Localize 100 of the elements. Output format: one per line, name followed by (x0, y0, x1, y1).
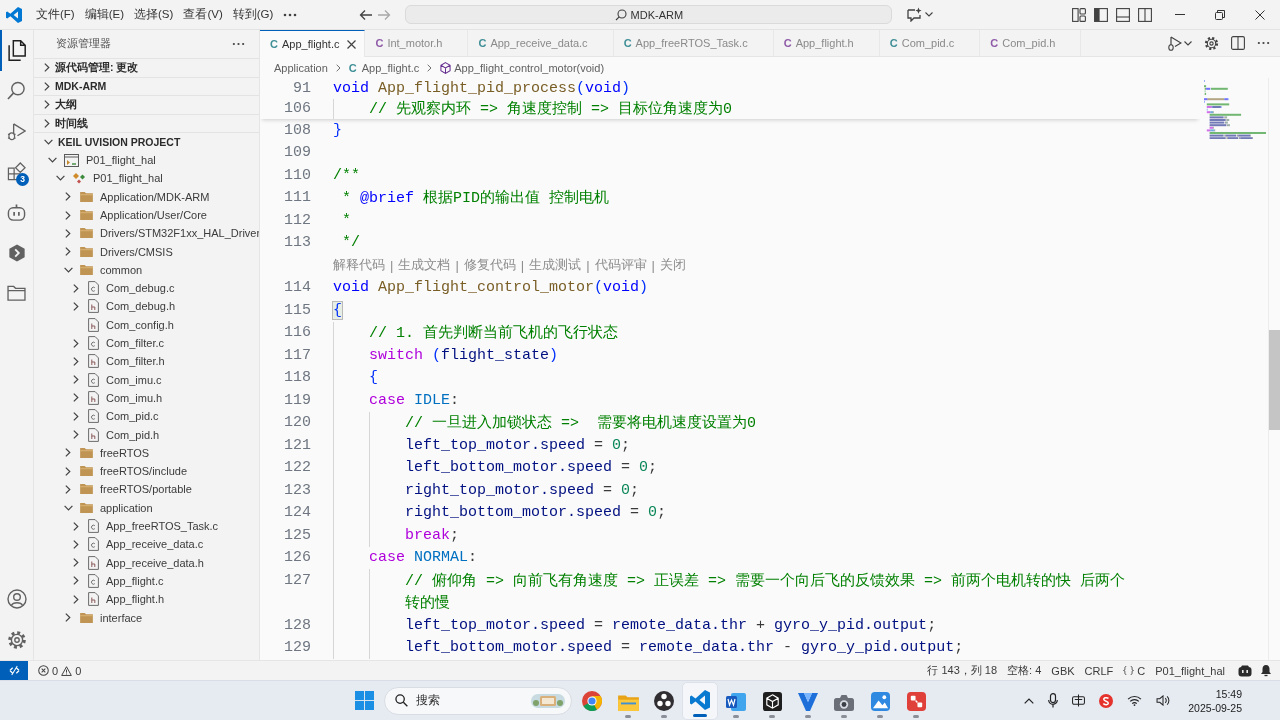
tree-item[interactable]: Com_config.h (34, 315, 259, 334)
chat-button[interactable] (904, 5, 936, 24)
tree-item[interactable]: common (34, 260, 259, 280)
tree-item[interactable]: Drivers/CMSIS (34, 242, 259, 261)
tree-item[interactable]: freeRTOS/portable (34, 480, 259, 499)
file-type-glyph: C (889, 37, 898, 49)
status-item[interactable]: 行 143，列 18 (922, 663, 1003, 678)
tree-item[interactable]: Com_debug.c (34, 279, 259, 298)
assistant-status-icon[interactable] (1238, 664, 1252, 677)
code-line: * @brief 根据PID的输出值 控制电机 (342, 188, 610, 208)
file-type-glyph: C (478, 37, 487, 49)
tree-item[interactable]: App_receive_data.c (34, 535, 259, 554)
status-item[interactable]: P01_flight_hal (1150, 664, 1230, 677)
tree-item[interactable]: Com_imu.c (34, 370, 259, 389)
arrow-left-icon[interactable] (359, 8, 374, 21)
menu-item[interactable]: 转到(G) (228, 7, 278, 22)
breadcrumb-item[interactable]: App_flight_control_motor(void) (440, 61, 605, 74)
more-icon[interactable] (283, 12, 298, 17)
search-field[interactable]: 搜索 (384, 686, 572, 715)
more-icon[interactable] (232, 42, 245, 46)
status-item[interactable]: 空格: 4 (1002, 663, 1047, 678)
tree-item[interactable]: Com_imu.h (34, 388, 259, 408)
status-item[interactable]: C (1118, 664, 1151, 677)
breadcrumb-item[interactable]: Application (274, 61, 328, 74)
four-squares-icon (354, 691, 374, 710)
layout-grid-icon[interactable] (1072, 7, 1086, 22)
status-item[interactable]: GBK (1046, 664, 1080, 677)
tree-item[interactable]: Application/User/Core (34, 205, 259, 225)
source-file-icon (88, 519, 99, 534)
section-header[interactable]: 时间线 (34, 113, 259, 133)
run-icon[interactable] (1168, 35, 1182, 51)
remote-button[interactable] (0, 661, 28, 680)
menu-item[interactable]: 选择(S) (130, 7, 178, 22)
clock-button[interactable]: 15:49 2025-09-25 (1188, 686, 1242, 715)
section-header[interactable]: 大纲 (34, 95, 259, 114)
caret-down-icon[interactable] (1184, 40, 1192, 46)
sidebar-toggle-icon[interactable] (1094, 7, 1108, 22)
scrollbar-thumb[interactable] (1269, 330, 1280, 430)
tree-item[interactable]: Com_debug.h (34, 297, 259, 316)
keyboard-input-icon[interactable] (1072, 694, 1086, 707)
code-line: switch (flight_state) (369, 346, 559, 364)
codelens-separator: | (455, 257, 459, 273)
tree-item[interactable]: P01_flight_hal (34, 169, 259, 188)
breadcrumb-item[interactable]: C App_flight.c (348, 61, 420, 74)
editor-tab[interactable]: C App_flight.c (260, 30, 366, 57)
minimap[interactable] (1204, 80, 1266, 140)
tree-item[interactable]: application (34, 498, 259, 517)
project-window-icon (64, 153, 79, 167)
split-editor-icon[interactable] (1231, 36, 1245, 50)
command-center[interactable]: MDK-ARM (405, 5, 893, 24)
folder-icon (7, 285, 26, 302)
tree-item[interactable]: Com_filter.h (34, 352, 259, 371)
more-icon[interactable] (1257, 41, 1270, 45)
folder-icon (80, 612, 93, 623)
bell-icon[interactable] (1260, 664, 1272, 677)
warning-icon (61, 665, 73, 676)
line-number: 109 (283, 144, 311, 162)
tree-item[interactable]: App_flight.c (34, 571, 259, 591)
speaker-icon[interactable] (1156, 695, 1171, 706)
problems-button[interactable]: 0 0 (36, 664, 84, 677)
split-layout-icon[interactable] (1138, 7, 1152, 22)
tree-item[interactable]: App_freeRTOS_Task.c (34, 516, 259, 536)
line-number: 115 (283, 301, 311, 319)
code-line: break; (405, 526, 460, 544)
line-number: 121 (283, 436, 311, 454)
section-header[interactable]: KEIL UVISION PROJECT (34, 132, 259, 151)
input-method-logo-icon[interactable] (1099, 693, 1114, 708)
tree-item[interactable]: App_flight.h (34, 590, 259, 609)
tree-item[interactable]: Drivers/STM32F1xx_HAL_Driver (34, 224, 259, 243)
tree-item[interactable]: freeRTOS (34, 443, 259, 462)
line-number: 124 (283, 504, 311, 522)
microphone-icon[interactable] (1048, 693, 1059, 708)
section-header[interactable]: 源代码管理: 更改 (34, 58, 259, 77)
wifi-icon[interactable] (1127, 695, 1143, 706)
code-editor-logo-icon[interactable] (6, 6, 22, 23)
line-number: 106 (283, 100, 311, 118)
tree-item[interactable]: interface (34, 608, 259, 627)
panel-toggle-icon[interactable] (1116, 7, 1130, 22)
menu-item[interactable]: 查看(V) (179, 7, 227, 22)
app-tile-icon (906, 691, 926, 711)
section-header[interactable]: MDK-ARM (34, 76, 259, 96)
code-line: // 俯仰角 => 向前飞有角速度 => 正误差 => 需要一个向后飞的反馈效果 => 前两个电机转的快 后两个 (405, 571, 1126, 590)
activity-button[interactable]: 3 (0, 151, 33, 192)
tree-item[interactable]: P01_flight_hal (34, 150, 259, 170)
minimize-icon (1175, 14, 1185, 15)
tree-item[interactable]: Com_filter.c (34, 333, 259, 353)
close-icon[interactable] (346, 39, 356, 49)
tree-item[interactable]: Application/MDK-ARM (34, 187, 259, 206)
status-item[interactable]: CRLF (1079, 664, 1119, 677)
menu-item[interactable]: 文件(F) (32, 7, 79, 22)
tree-item[interactable]: freeRTOS/include (34, 462, 259, 481)
tree-item[interactable]: Com_pid.c (34, 407, 259, 426)
gear-icon[interactable] (1204, 35, 1219, 51)
menu-item[interactable]: 编辑(E) (80, 7, 129, 22)
tree-item[interactable]: Com_pid.h (34, 425, 259, 444)
account-icon (6, 589, 27, 610)
line-number: 112 (283, 211, 311, 229)
source-file-icon (88, 372, 99, 387)
tree-item[interactable]: App_receive_data.h (34, 553, 259, 572)
chevron-up-icon[interactable] (1024, 697, 1035, 704)
